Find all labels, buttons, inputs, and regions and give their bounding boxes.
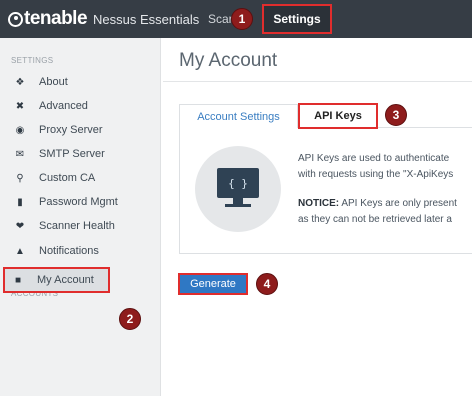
sidebar-item-my-account[interactable]: ■ My Account [3,267,110,293]
sidebar-item-label: Proxy Server [39,124,103,136]
sidebar-item-proxy-server[interactable]: ◉ Proxy Server [6,119,160,141]
nav-scans-link[interactable]: Scar [208,12,233,26]
api-description-line-1: API Keys are used to authenticate [298,153,450,164]
globe-icon: ◉ [15,124,25,136]
tab-api-keys[interactable]: API Keys [298,103,378,129]
sidebar-item-label: Custom CA [39,172,96,184]
tenable-logo[interactable]: tenable Nessus Essentials [8,8,200,29]
generate-button[interactable]: Generate [178,273,248,295]
sidebar-item-password-mgmt[interactable]: ▮ Password Mgmt [6,191,160,213]
sidebar-item-label: Advanced [39,100,88,112]
callout-badge-1: 1 [231,8,253,30]
callout-badge-2: 2 [119,308,141,330]
sidebar-item-label: Notifications [39,245,99,257]
logo-text: tenable [24,8,88,29]
sidebar-item-label: SMTP Server [39,148,105,160]
logo-product-name: Nessus Essentials [93,11,200,27]
api-notice-line-1: NOTICE: API Keys are only present [298,198,457,209]
sidebar-item-notifications[interactable]: ▲ Notifications [6,240,160,262]
tools-icon: ✖ [15,100,25,112]
notice-label: NOTICE: [298,198,340,209]
sidebar-item-label: About [39,76,68,88]
bell-icon: ▲ [15,245,25,257]
monitor-base [225,204,251,207]
lock-icon: ▮ [17,196,23,208]
api-notice-line-2: as they can not be retrieved later a [298,214,452,225]
heartbeat-icon: ❤ [15,220,25,232]
info-icon: ❖ [15,76,25,88]
title-divider [163,81,472,82]
sidebar-item-custom-ca[interactable]: ⚲ Custom CA [6,167,160,189]
sidebar-item-label: Password Mgmt [39,196,118,208]
api-keys-illustration: { } [195,146,281,232]
sidebar-item-smtp-server[interactable]: ✉ SMTP Server [6,143,160,165]
sidebar-item-advanced[interactable]: ✖ Advanced [6,95,160,117]
sidebar-item-label: My Account [37,274,94,286]
sidebar-item-scanner-health[interactable]: ❤ Scanner Health [6,215,160,237]
tab-account-settings[interactable]: Account Settings [179,104,298,128]
notice-text: API Keys are only present [339,198,457,209]
sidebar-item-label: Scanner Health [39,220,115,232]
user-icon: ■ [14,274,22,286]
sidebar-section-settings: SETTINGS [11,56,54,65]
page-title: My Account [179,50,278,71]
nav-settings-link[interactable]: Settings [262,4,332,34]
account-tabs: Account Settings API Keys [179,103,472,129]
monitor-icon: { } [217,168,259,198]
tenable-logo-icon [8,11,23,27]
api-description-line-2: with requests using the "X-ApiKeys [298,169,454,180]
sidebar-item-about[interactable]: ❖ About [6,71,160,93]
callout-badge-4: 4 [256,273,278,295]
mail-icon: ✉ [15,148,25,160]
certificate-icon: ⚲ [16,172,24,184]
callout-badge-3: 3 [385,104,407,126]
